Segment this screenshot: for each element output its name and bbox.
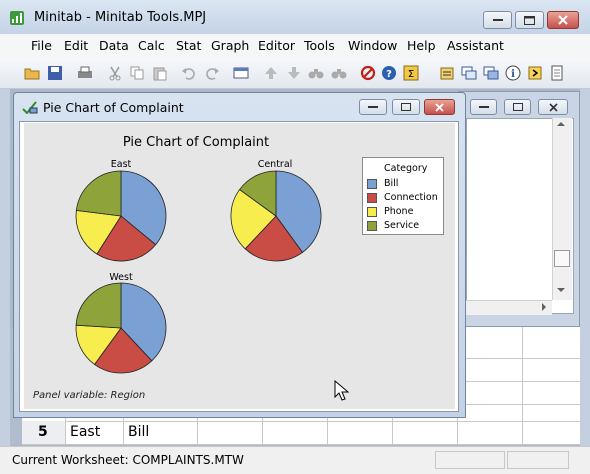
- panel-label-central: Central: [257, 159, 293, 170]
- legend-item-connection: Connection: [367, 192, 438, 203]
- panel-variable-note: Panel variable: Region: [33, 390, 146, 401]
- legend-label: Service: [384, 220, 420, 231]
- legend-title: Category: [384, 163, 428, 174]
- pie-chart-plot: [75, 170, 322, 374]
- panel-label-west: West: [109, 272, 133, 283]
- status-text: Current Worksheet: COMPLAINTS.MTW: [12, 453, 244, 467]
- legend-item-bill: Bill: [367, 178, 398, 189]
- legend-label: Phone: [384, 206, 414, 217]
- legend-label: Connection: [384, 192, 438, 203]
- pie-slice-east-service: [75, 170, 122, 217]
- legend-swatch: [367, 206, 377, 217]
- panel-label-east: East: [110, 159, 132, 170]
- legend-swatch: [367, 220, 377, 231]
- legend-swatch: [367, 178, 377, 189]
- status-pane: [435, 451, 505, 469]
- legend-label: Bill: [384, 178, 399, 189]
- legend-swatch: [367, 192, 377, 203]
- status-bar: Current Worksheet: COMPLAINTS.MTW: [0, 446, 590, 474]
- legend-item-service: Service: [367, 220, 419, 231]
- legend-item-phone: Phone: [367, 206, 413, 217]
- pie-slice-west-service: [75, 282, 122, 329]
- status-pane: [507, 451, 569, 469]
- mouse-cursor-icon: [334, 380, 350, 401]
